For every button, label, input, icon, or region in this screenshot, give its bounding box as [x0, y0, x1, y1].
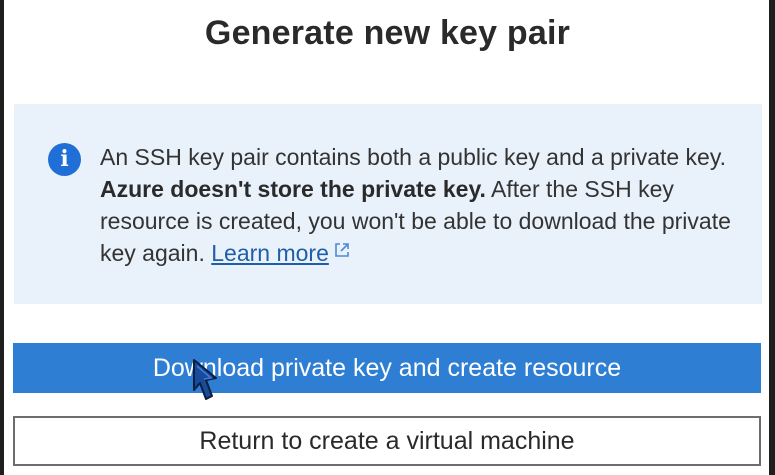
download-private-key-button[interactable]: Download private key and create resource [13, 343, 761, 393]
info-icon: i [48, 143, 81, 176]
return-to-create-vm-button[interactable]: Return to create a virtual machine [13, 416, 761, 466]
dialog-title: Generate new key pair [204, 14, 571, 52]
info-message-box: i An SSH key pair contains both a public… [14, 104, 762, 304]
dialog-right-edge [769, 0, 775, 475]
info-text-bold: Azure doesn't store the private key. [100, 176, 486, 202]
info-message-text: An SSH key pair contains both a public k… [100, 141, 740, 269]
info-text-part1: An SSH key pair contains both a public k… [100, 144, 727, 170]
learn-more-link[interactable]: Learn more [211, 240, 329, 266]
external-link-icon[interactable] [333, 241, 351, 259]
dialog-left-edge [0, 0, 4, 475]
generate-key-pair-dialog: Generate new key pair i An SSH key pair … [0, 0, 775, 475]
